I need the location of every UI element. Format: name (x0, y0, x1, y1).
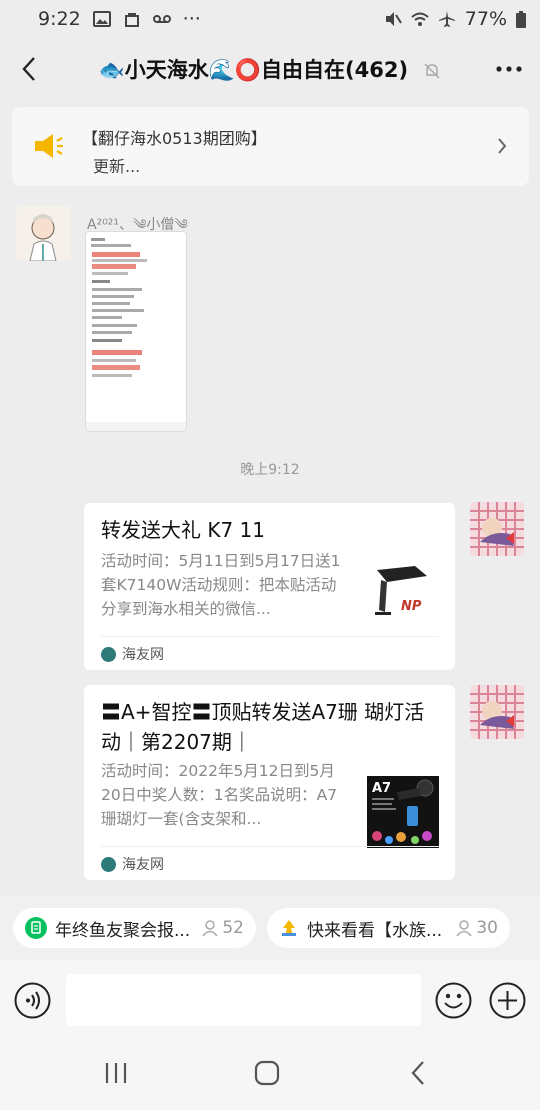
recent-apps-icon (105, 1063, 127, 1083)
group-tools-bar: 年终鱼友聚会报... 52 快来看看【水族... 30 (0, 896, 540, 960)
avatar-image (16, 206, 71, 261)
card-thumb-label: A7 (372, 781, 391, 796)
person-icon (456, 920, 472, 937)
system-back-button[interactable] (410, 1060, 426, 1090)
more-options-button[interactable] (492, 52, 526, 86)
link-card[interactable]: 〓A+智控〓顶贴转发送A7珊 瑚灯活动｜第2207期｜ 活动时间：2022年5月… (84, 685, 455, 880)
chat-title: 🐟小天海水🌊⭕自由自在(462) (60, 54, 480, 84)
avatar[interactable] (470, 685, 524, 739)
voice-icon (14, 982, 51, 1019)
voicemail-icon (152, 15, 171, 23)
chevron-left-icon (22, 57, 35, 81)
chat-header: 🐟小天海水🌊⭕自由自在(462) (0, 38, 540, 100)
person-icon (202, 920, 218, 937)
home-button[interactable] (254, 1060, 280, 1090)
megaphone-icon (35, 134, 63, 158)
wifi-icon (411, 12, 429, 26)
status-time: 9:22 (38, 8, 81, 30)
haiyou-logo-icon (101, 856, 116, 872)
card-source: 海友网 (101, 854, 164, 874)
chip-count-value: 52 (222, 918, 244, 938)
home-icon (254, 1060, 280, 1086)
chevron-right-icon (498, 138, 507, 154)
screenshot-thumbnail (86, 232, 186, 431)
led-lamp-image: NP (367, 560, 439, 632)
notice-title: 【翻仔海水0513期团购】 (82, 129, 267, 148)
link-card[interactable]: 转发送大礼 K7 11 活动时间：5月11日到5月17日送1套K7140W活动规… (84, 503, 455, 670)
battery-percent: 77% (464, 8, 507, 30)
notice-subtitle: 更新... (93, 157, 141, 176)
card-thumbnail: NP (367, 560, 439, 632)
chip-count: 52 (201, 918, 244, 938)
chip-label: 年终鱼友聚会报... (55, 920, 191, 941)
emoji-button[interactable] (435, 982, 472, 1023)
card-description: 活动时间：5月11日到5月17日送1套K7140W活动规则：把本贴活动分享到海水… (101, 552, 341, 618)
time-divider: 晚上9:12 (240, 462, 300, 478)
avatar-image (470, 685, 524, 739)
card-thumbnail: A7 (367, 776, 439, 848)
bag-icon (124, 13, 139, 27)
chip-label: 快来看看【水族... (307, 920, 443, 941)
status-more-dots: ··· (182, 8, 201, 30)
chat-title-text: 🐟小天海水🌊⭕自由自在(462) (98, 58, 409, 82)
avatar[interactable] (470, 502, 524, 556)
image-message[interactable] (85, 231, 187, 432)
voice-input-button[interactable] (14, 982, 51, 1023)
status-bar: 9:22 ··· 77% (0, 0, 540, 38)
message-text-input[interactable] (66, 974, 421, 1026)
back-arrow-icon (411, 1061, 424, 1085)
airplane-icon (438, 11, 455, 27)
card-source-name: 海友网 (122, 857, 164, 873)
avatar-image (470, 502, 524, 556)
card-divider (101, 846, 439, 847)
more-dots-icon (496, 66, 522, 72)
avatar[interactable] (16, 206, 71, 261)
chip-count-value: 30 (476, 918, 498, 938)
card-title: 〓A+智控〓顶贴转发送A7珊 瑚灯活动｜第2207期｜ (101, 700, 425, 754)
gallery-icon (92, 11, 111, 27)
card-source: 海友网 (101, 644, 164, 664)
plus-circle-icon (489, 982, 526, 1019)
notepad-icon (25, 917, 47, 939)
card-source-name: 海友网 (122, 647, 164, 663)
battery-icon (516, 10, 526, 28)
a7-lamp-image: A7 (367, 776, 439, 848)
bell-off-icon (424, 63, 440, 79)
card-title: 转发送大礼 K7 11 (101, 518, 266, 542)
message-input-bar (0, 960, 540, 1040)
solitaire-icon (282, 920, 296, 936)
smiley-icon (435, 982, 472, 1019)
more-functions-button[interactable] (489, 982, 526, 1023)
card-thumb-label: NP (401, 599, 422, 614)
card-description: 活动时间：2022年5月12日到5月20日中奖人数：1名奖品说明：A7珊瑚灯一套… (101, 762, 338, 828)
group-notice-banner[interactable]: 【翻仔海水0513期团购】 更新... (12, 107, 529, 186)
mute-icon (385, 12, 402, 26)
back-button[interactable] (12, 52, 46, 86)
system-nav-bar (0, 1040, 540, 1110)
recent-apps-button[interactable] (104, 1062, 128, 1088)
group-tool-chip[interactable]: 快来看看【水族... 30 (267, 908, 510, 948)
card-divider (101, 636, 439, 637)
haiyou-logo-icon (101, 646, 116, 662)
group-tool-chip[interactable]: 年终鱼友聚会报... 52 (13, 908, 256, 948)
chip-count: 30 (455, 918, 498, 938)
